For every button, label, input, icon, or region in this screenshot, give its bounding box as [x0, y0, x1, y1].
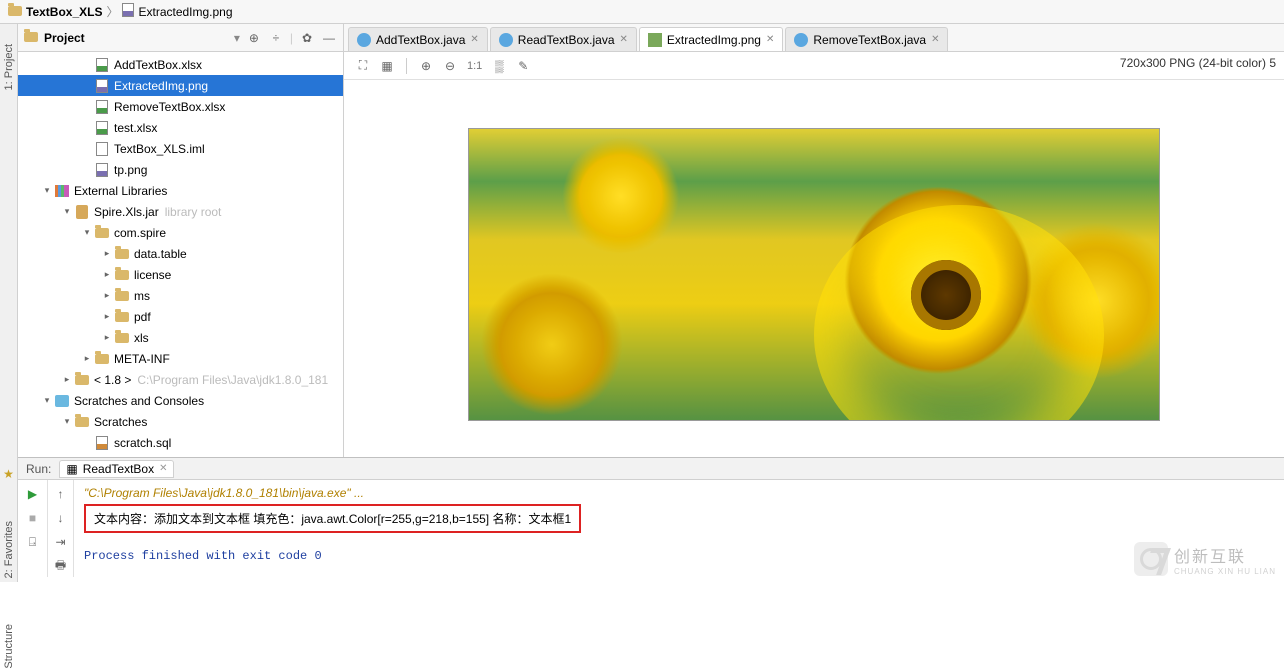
tree-item[interactable]: ▾Scratches: [18, 411, 343, 432]
tab-structure[interactable]: Structure: [3, 624, 15, 669]
close-icon[interactable]: ✕: [931, 34, 939, 45]
zoom-ratio: 1:1: [467, 60, 482, 72]
zoom-in-icon[interactable]: ⊕: [415, 55, 437, 77]
softwrap-icon[interactable]: ⇥: [51, 532, 71, 552]
tree-item-package[interactable]: ▾com.spire: [18, 222, 343, 243]
run-panel: Run: ▦ ReadTextBox ✕ ▶ ■ ⍈ ↑ ↓ ⇥ 🖶 "C:\P…: [0, 457, 1284, 577]
run-label: Run:: [26, 462, 51, 476]
run-controls-2: ↑ ↓ ⇥ 🖶: [48, 480, 74, 577]
left-gutter: 1: Project: [0, 24, 18, 457]
run-config-icon: ▦: [66, 462, 77, 476]
up-icon[interactable]: ↑: [51, 484, 71, 504]
tab-addtextbox[interactable]: AddTextBox.java✕: [348, 27, 488, 51]
tree-item[interactable]: ▸xls: [18, 327, 343, 348]
minimize-icon[interactable]: —: [321, 30, 337, 46]
tab-removetextbox[interactable]: RemoveTextBox.java✕: [785, 27, 948, 51]
preview-image: [468, 128, 1160, 421]
project-panel-title: Project: [44, 31, 228, 45]
tree-item-jdk[interactable]: ▸< 1.8 >C:\Program Files\Java\jdk1.8.0_1…: [18, 369, 343, 390]
breadcrumb-label-1: TextBox_XLS: [26, 5, 102, 19]
console-exit-message: Process finished with exit code 0: [84, 549, 1274, 563]
grid-toggle-icon[interactable]: ▒: [488, 55, 510, 77]
tree-item[interactable]: scratch.sql: [18, 432, 343, 453]
tree-item[interactable]: test.xlsx: [18, 117, 343, 138]
run-controls: ▶ ■ ⍈: [18, 480, 48, 577]
tree-item[interactable]: ▸pdf: [18, 306, 343, 327]
editor-tabs: AddTextBox.java✕ ReadTextBox.java✕ Extra…: [344, 24, 1284, 52]
tree-item[interactable]: ▸data.table: [18, 243, 343, 264]
console-output-line: 文本内容：添加文本到文本框 填充色：java.awt.Color[r=255,g…: [94, 512, 571, 526]
tree-item[interactable]: RemoveTextBox.xlsx: [18, 96, 343, 117]
run-panel-header: Run: ▦ ReadTextBox ✕: [18, 458, 1284, 480]
chevron-right-icon: 〉: [106, 3, 118, 20]
divide-icon[interactable]: ÷: [268, 30, 284, 46]
close-icon[interactable]: ✕: [470, 34, 478, 45]
breadcrumb-label-2: ExtractedImg.png: [138, 5, 232, 19]
image-file-icon: [122, 3, 134, 20]
console-highlight-box: 文本内容：添加文本到文本框 填充色：java.awt.Color[r=255,g…: [84, 504, 581, 533]
tree-item[interactable]: ▸META-INF: [18, 348, 343, 369]
watermark-logo-icon: [1134, 542, 1168, 576]
project-panel: Project ▾ ⊕ ÷ | ✿ — AddTextBox.xlsx Extr…: [18, 24, 344, 457]
project-tree[interactable]: AddTextBox.xlsx ExtractedImg.png RemoveT…: [18, 52, 343, 457]
down-icon[interactable]: ↓: [51, 508, 71, 528]
stop-icon[interactable]: ■: [23, 508, 43, 528]
close-icon[interactable]: ✕: [159, 463, 167, 474]
rerun-icon[interactable]: ▶: [23, 484, 43, 504]
tab-readtextbox[interactable]: ReadTextBox.java✕: [490, 27, 637, 51]
left-gutter-bottom: ★ 2: Favorites Structure: [0, 457, 18, 582]
console-output[interactable]: "C:\Program Files\Java\jdk1.8.0_181\bin\…: [74, 480, 1284, 577]
breadcrumb: TextBox_XLS 〉 ExtractedImg.png: [0, 0, 1284, 24]
watermark-text-1: 创新互联: [1174, 543, 1276, 567]
close-icon[interactable]: ✕: [620, 34, 628, 45]
tree-item[interactable]: ▸license: [18, 264, 343, 285]
console-command: "C:\Program Files\Java\jdk1.8.0_181\bin\…: [84, 486, 1274, 500]
eyedropper-icon[interactable]: ✎: [512, 55, 534, 77]
tree-item-scratches[interactable]: ▾Scratches and Consoles: [18, 390, 343, 411]
tree-item-selected[interactable]: ExtractedImg.png: [18, 75, 343, 96]
editor-area: AddTextBox.java✕ ReadTextBox.java✕ Extra…: [344, 24, 1284, 457]
exit-icon[interactable]: ⍈: [23, 532, 43, 552]
project-icon: [24, 31, 38, 45]
tree-item-jar[interactable]: ▾Spire.Xls.jarlibrary root: [18, 201, 343, 222]
java-class-icon: [499, 33, 513, 47]
image-file-icon: [648, 33, 662, 47]
zoom-out-icon[interactable]: ⊖: [439, 55, 461, 77]
tree-item[interactable]: tp.png: [18, 159, 343, 180]
project-panel-header: Project ▾ ⊕ ÷ | ✿ —: [18, 24, 343, 52]
image-canvas[interactable]: [344, 80, 1284, 457]
java-class-icon: [357, 33, 371, 47]
fitscreen-icon[interactable]: ⛶: [352, 55, 374, 77]
gear-icon[interactable]: ✿: [299, 30, 315, 46]
close-icon[interactable]: ✕: [766, 34, 774, 45]
tab-favorites[interactable]: 2: Favorites: [3, 521, 15, 578]
print-icon[interactable]: 🖶: [51, 556, 71, 576]
tree-item[interactable]: TextBox_XLS.iml: [18, 138, 343, 159]
breadcrumb-seg-1[interactable]: TextBox_XLS: [8, 5, 102, 19]
folder-icon: [8, 5, 22, 19]
tree-item[interactable]: AddTextBox.xlsx: [18, 54, 343, 75]
target-icon[interactable]: ⊕: [246, 30, 262, 46]
tree-item[interactable]: ▸ms: [18, 285, 343, 306]
dropdown-icon[interactable]: ▾: [234, 31, 240, 45]
watermark: 创新互联 CHUANG XIN HU LIAN: [1134, 542, 1276, 576]
breadcrumb-seg-2[interactable]: ExtractedImg.png: [122, 3, 232, 20]
tree-item-external-libraries[interactable]: ▾External Libraries: [18, 180, 343, 201]
java-class-icon: [794, 33, 808, 47]
image-metadata: 720x300 PNG (24-bit color) 5: [1120, 56, 1276, 70]
star-icon[interactable]: ★: [0, 467, 19, 481]
grid-icon[interactable]: ▦: [376, 55, 398, 77]
run-tab[interactable]: ▦ ReadTextBox ✕: [59, 460, 174, 478]
watermark-text-2: CHUANG XIN HU LIAN: [1174, 567, 1276, 576]
tab-project[interactable]: 1: Project: [3, 44, 15, 90]
tab-extractedimg[interactable]: ExtractedImg.png✕: [639, 27, 783, 51]
